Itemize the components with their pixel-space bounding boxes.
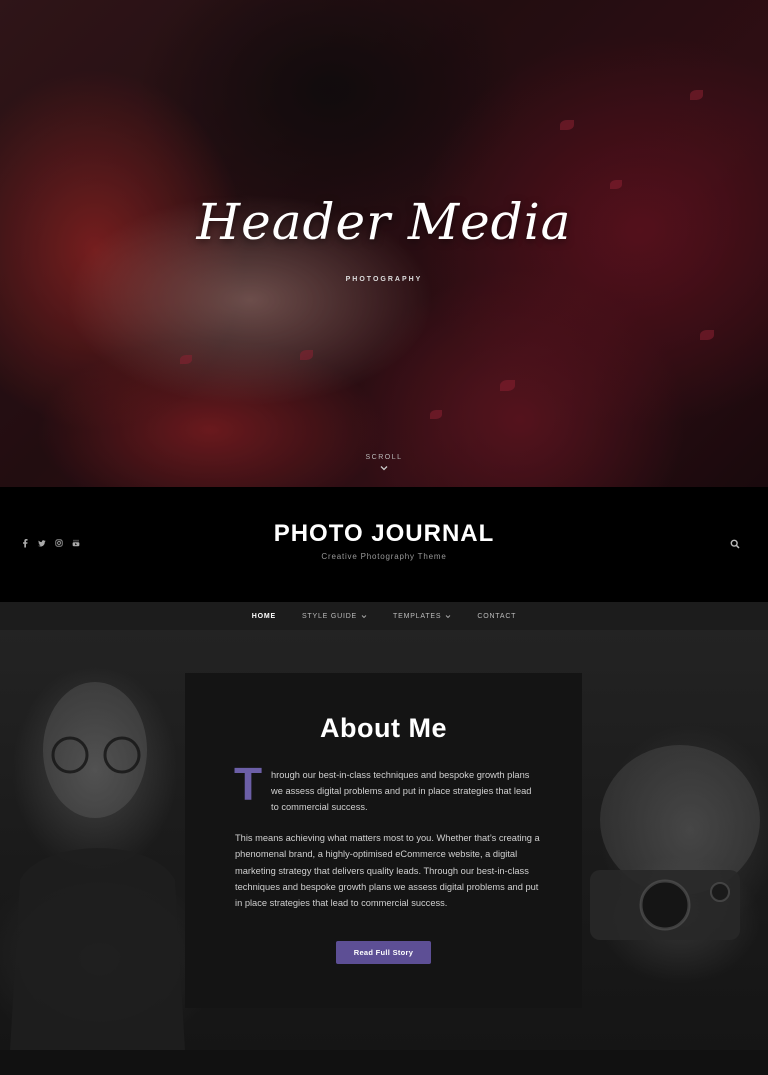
- nav-item-label: CONTACT: [477, 612, 517, 620]
- site-tagline: Creative Photography Theme: [321, 552, 447, 561]
- site-title[interactable]: PHOTO JOURNAL: [0, 520, 768, 548]
- about-card: About Me T hrough our best-in-class tech…: [185, 673, 582, 1008]
- scroll-label[interactable]: SCROLL: [0, 454, 768, 461]
- chevron-down-icon: [361, 614, 367, 618]
- nav-item-templates[interactable]: TEMPLATES: [380, 613, 464, 620]
- drop-cap: T: [234, 758, 263, 810]
- about-title: About Me: [320, 713, 447, 743]
- hero-section: Header Media PHOTOGRAPHY SCROLL: [0, 0, 768, 487]
- footer-strip: [0, 1050, 768, 1075]
- nav-item-label: STYLE GUIDE: [301, 612, 358, 620]
- nav-item-label: HOME: [251, 612, 276, 620]
- nav-item-home[interactable]: HOME: [239, 613, 289, 620]
- about-paragraph-1: hrough our best-in-class techniques and …: [271, 770, 532, 812]
- nav-item-label: TEMPLATES: [393, 612, 442, 620]
- about-paragraph-2: This means achieving what matters most t…: [235, 833, 540, 909]
- nav-item-style-guide[interactable]: STYLE GUIDE: [289, 613, 380, 620]
- read-full-story-button[interactable]: Read Full Story: [336, 941, 431, 964]
- hero-title: Header Media: [196, 193, 572, 251]
- site-header: PHOTO JOURNAL Creative Photography Theme: [0, 487, 768, 602]
- chevron-down-icon[interactable]: [380, 464, 388, 472]
- search-icon[interactable]: [730, 539, 740, 549]
- nav-item-contact[interactable]: CONTACT: [464, 613, 529, 620]
- hero-subtitle: PHOTOGRAPHY: [345, 276, 423, 283]
- main-navigation: HOME STYLE GUIDE TEMPLATES CONTACT: [0, 602, 768, 630]
- chevron-down-icon: [446, 614, 451, 618]
